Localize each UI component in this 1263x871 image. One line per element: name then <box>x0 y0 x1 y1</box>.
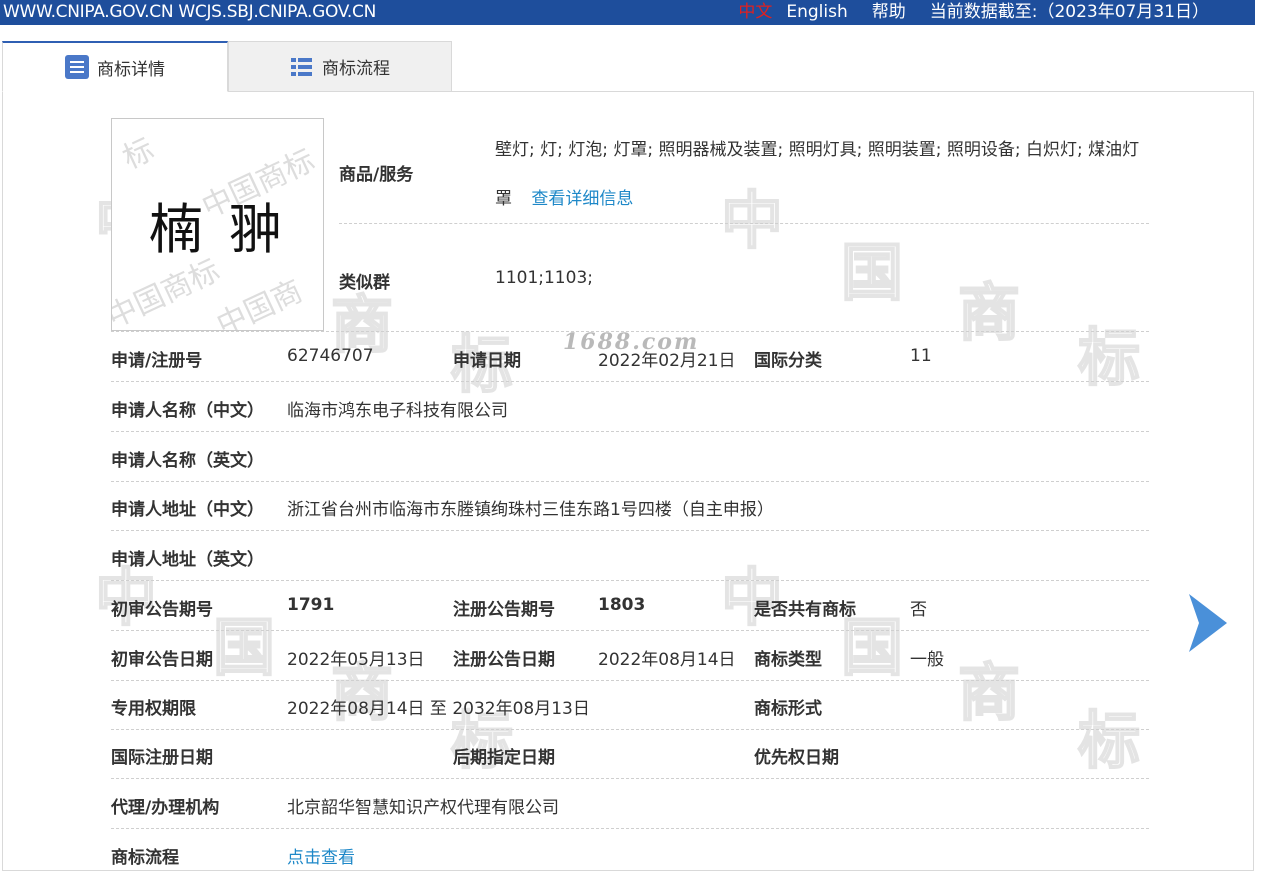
site-urls: WWW.CNIPA.GOV.CN WCJS.SBJ.CNIPA.GOV.CN <box>3 2 377 22</box>
applicant-cn-label: 申请人名称（中文） <box>111 401 264 421</box>
watermark-char: 商 <box>957 655 1021 730</box>
intl-class-label: 国际分类 <box>754 351 822 371</box>
divider <box>111 481 1149 482</box>
divider <box>339 223 1149 224</box>
watermark-char: 标 <box>1077 320 1141 395</box>
top-bar-right: 中文 English 帮助 当前数据截至:（2023年07月31日） <box>738 0 1209 25</box>
shared-mark-value: 否 <box>910 600 927 620</box>
goods-value: 壁灯; 灯; 灯泡; 灯罩; 照明器械及装置; 照明灯具; 照明装置; 照明设备… <box>495 140 1140 160</box>
applicant-cn-value: 临海市鸿东电子科技有限公司 <box>287 401 508 421</box>
lang-en-link[interactable]: English <box>786 0 847 25</box>
divider <box>111 680 1149 681</box>
divider <box>111 828 1149 829</box>
shared-mark-label: 是否共有商标 <box>754 600 856 620</box>
intl-class-value: 11 <box>910 346 932 366</box>
divider <box>111 729 1149 730</box>
help-link[interactable]: 帮助 <box>872 0 906 25</box>
exclusive-term-value: 2022年08月14日 至 2032年08月13日 <box>287 699 590 719</box>
tab-trademark-detail[interactable]: 商标详情 <box>2 41 228 92</box>
reg-pub-date-label: 注册公告日期 <box>453 650 555 670</box>
detail-panel: 中 国 商 标 商 标 中 国 商 标 中 国 商 标 中 标 中国商标 中国商… <box>2 91 1254 871</box>
divider <box>111 630 1149 631</box>
prelim-no-label: 初审公告期号 <box>111 600 213 620</box>
image-watermark: 标 <box>117 131 160 177</box>
similar-group-value: 1101;1103; <box>495 268 593 288</box>
tab-trademark-process[interactable]: 商标流程 <box>228 41 452 92</box>
process-view-link[interactable]: 点击查看 <box>287 843 355 868</box>
next-arrow-icon[interactable] <box>1187 592 1229 654</box>
list-bullet-icon <box>290 55 314 79</box>
intl-reg-date-label: 国际注册日期 <box>111 748 213 768</box>
applicant-en-label: 申请人名称（英文） <box>111 451 264 471</box>
view-detail-link[interactable]: 查看详细信息 <box>531 189 633 209</box>
reg-no-value: 62746707 <box>287 346 374 366</box>
trademark-text: 楠 翀 <box>148 198 287 261</box>
agent-value: 北京韶华智慧知识产权代理有限公司 <box>287 798 559 818</box>
address-cn-label: 申请人地址（中文） <box>111 500 264 520</box>
goods-label: 商品/服务 <box>339 165 414 185</box>
agent-label: 代理/办理机构 <box>111 798 220 818</box>
reg-pub-no-value: 1803 <box>598 595 646 615</box>
watermark-char: 标 <box>1077 703 1141 778</box>
address-en-label: 申请人地址（英文） <box>111 550 264 570</box>
exclusive-term-label: 专用权期限 <box>111 699 196 719</box>
reg-no-label: 申请/注册号 <box>111 351 203 371</box>
priority-date-label: 优先权日期 <box>754 748 839 768</box>
mark-type-label: 商标类型 <box>754 650 822 670</box>
divider <box>111 580 1149 581</box>
divider <box>111 530 1149 531</box>
similar-group-label: 类似群 <box>339 273 390 293</box>
goods-value-cont: 罩 查看详细信息 <box>495 184 633 209</box>
reg-pub-date-value: 2022年08月14日 <box>598 650 736 670</box>
goods-value-tail: 罩 <box>495 189 512 209</box>
later-date-label: 后期指定日期 <box>453 748 555 768</box>
tab-label: 商标流程 <box>322 59 390 79</box>
address-cn-value: 浙江省台州市临海市东塍镇绚珠村三佳东路1号四楼（自主申报） <box>287 500 774 520</box>
prelim-no-value: 1791 <box>287 595 335 615</box>
image-watermark: 中国商标 <box>211 273 308 331</box>
process-label: 商标流程 <box>111 848 179 868</box>
data-cutoff-text: 当前数据截至:（2023年07月31日） <box>929 2 1209 22</box>
mark-form-label: 商标形式 <box>754 699 822 719</box>
watermark-char: 商 <box>957 275 1021 350</box>
divider <box>111 778 1149 779</box>
watermark-char: 中 <box>720 560 784 635</box>
trademark-image: 标 中国商标 中国商标 中国商标 楠 翀 <box>111 118 324 331</box>
divider <box>111 431 1149 432</box>
prelim-date-label: 初审公告日期 <box>111 650 213 670</box>
prelim-date-value: 2022年05月13日 <box>287 650 425 670</box>
tab-label: 商标详情 <box>97 59 165 80</box>
lang-zh-link[interactable]: 中文 <box>738 0 772 25</box>
watermark-char: 国 <box>212 610 276 685</box>
watermark-char: 中 <box>720 183 784 258</box>
site-watermark: 1688.com <box>563 329 700 355</box>
apply-date-label: 申请日期 <box>453 351 521 371</box>
divider <box>111 381 1149 382</box>
top-bar: WWW.CNIPA.GOV.CN WCJS.SBJ.CNIPA.GOV.CN 中… <box>0 0 1255 25</box>
mark-type-value: 一般 <box>910 650 944 670</box>
watermark-char: 国 <box>840 235 904 310</box>
list-icon <box>65 55 89 79</box>
reg-pub-no-label: 注册公告期号 <box>453 600 555 620</box>
